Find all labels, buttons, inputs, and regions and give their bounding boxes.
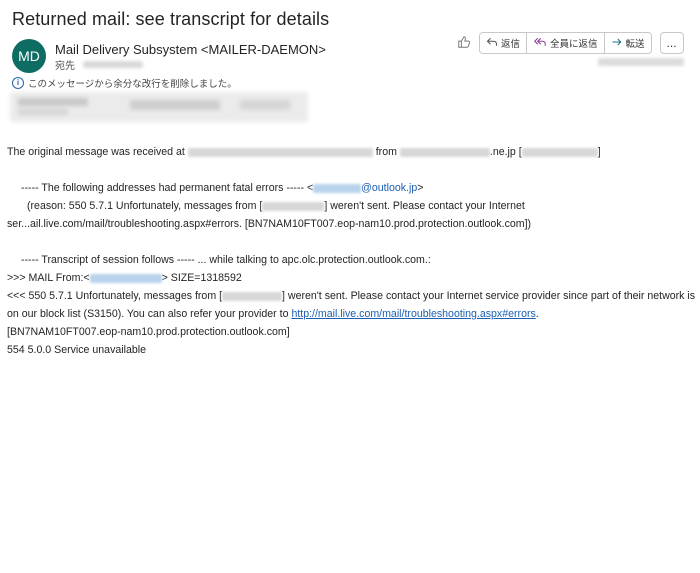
- attachment-redacted: [10, 92, 308, 122]
- failed-recipient-link[interactable]: @outlook.jp: [313, 182, 417, 194]
- forward-label: 転送: [625, 39, 645, 50]
- body-line-received: The original message was received at fro…: [7, 146, 601, 158]
- notice-text: このメッセージから余分な改行を削除しました。: [28, 79, 237, 90]
- forward-button[interactable]: 転送: [604, 33, 651, 53]
- body-line-reason-cont: ser...ail.live.com/mail/troubleshooting.…: [7, 218, 532, 230]
- redacted-ip: [222, 291, 283, 301]
- avatar[interactable]: MD: [12, 39, 46, 73]
- more-actions-button[interactable]: ...: [659, 32, 684, 54]
- thumbs-up-icon: [457, 35, 471, 52]
- reply-all-label: 全員に返信: [550, 39, 598, 50]
- body-line-smtp-response: <<< 550 5.7.1 Unfortunately, messages fr…: [7, 290, 696, 320]
- body-line-fatal-errors: ----- The following addresses had perman…: [21, 182, 424, 194]
- reply-all-button[interactable]: 全員に返信: [527, 33, 605, 53]
- body-line-reason: (reason: 550 5.7.1 Unfortunately, messag…: [27, 200, 525, 212]
- redacted-sender: [89, 273, 162, 283]
- redacted-date: [187, 147, 373, 157]
- date-redacted: [598, 58, 684, 66]
- reply-label: 返信: [501, 39, 521, 50]
- like-button[interactable]: [453, 33, 475, 53]
- recipient-row: 宛先: [55, 57, 143, 72]
- message-toolbar: 返信 全員に返信 転送 ...: [453, 32, 684, 54]
- reply-icon: [486, 36, 498, 51]
- body-line-transcript: ----- Transcript of session follows ----…: [21, 254, 431, 266]
- redacted-host: [399, 147, 490, 157]
- reply-button-group: 返信 全員に返信 転送: [479, 32, 652, 54]
- message-body: The original message was received at fro…: [7, 143, 697, 359]
- troubleshooting-link[interactable]: http://mail.live.com/mail/troubleshootin…: [291, 308, 535, 320]
- redacted-ip: [262, 201, 325, 211]
- to-label: 宛先: [55, 61, 75, 72]
- reply-all-icon: [533, 36, 547, 51]
- sender-name[interactable]: Mail Delivery Subsystem <MAILER-DAEMON>: [55, 42, 326, 57]
- notice-bar: i このメッセージから余分な改行を削除しました。: [12, 76, 237, 90]
- info-icon: i: [12, 77, 24, 89]
- email-subject: Returned mail: see transcript for detail…: [12, 9, 330, 29]
- recipient-redacted: [83, 61, 143, 68]
- body-line-status: 554 5.0.0 Service unavailable: [7, 344, 146, 356]
- reply-button[interactable]: 返信: [480, 33, 528, 53]
- redacted-ip: [521, 147, 598, 157]
- body-line-mail-from: >>> MAIL From:< > SIZE=1318592: [7, 272, 242, 284]
- body-line-server: [BN7NAM10FT007.eop-nam10.prod.protection…: [7, 326, 290, 338]
- forward-icon: [611, 36, 623, 51]
